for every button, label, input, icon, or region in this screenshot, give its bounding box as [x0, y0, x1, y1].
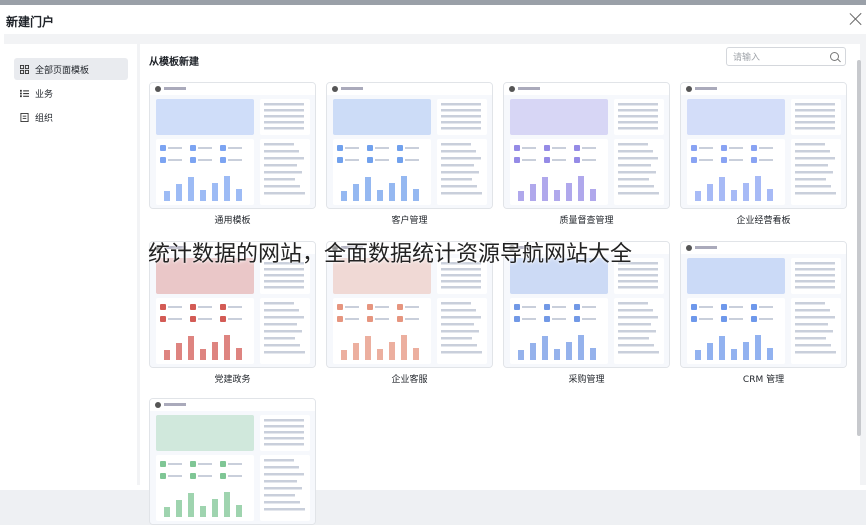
template-card-label: 企业经营看板: [736, 216, 791, 226]
search-placeholder: 请输入: [733, 53, 761, 63]
template-preview-image: [681, 83, 846, 208]
template-preview-image: [327, 83, 492, 208]
sidebar-item-label: 业务: [35, 89, 54, 100]
sidebar-item-business[interactable]: 业务: [14, 82, 128, 104]
list-icon: [20, 89, 29, 97]
sidebar-item-label: 全部页面模板: [35, 65, 90, 76]
template-card[interactable]: [149, 398, 316, 525]
template-card[interactable]: [680, 241, 847, 368]
scrollbar[interactable]: [857, 60, 861, 436]
close-icon[interactable]: [849, 12, 863, 26]
template-preview-image: [681, 242, 846, 367]
search-icon[interactable]: [830, 52, 839, 61]
template-preview-image: [150, 83, 315, 208]
template-preview-image: [504, 83, 669, 208]
sidebar-item-all-templates[interactable]: 全部页面模板: [14, 58, 128, 80]
template-preview-image: [150, 399, 315, 524]
sidebar-item-organization[interactable]: 组织: [14, 106, 128, 128]
template-card[interactable]: [680, 82, 847, 209]
template-card[interactable]: [149, 82, 316, 209]
search-input[interactable]: 请输入: [726, 47, 846, 66]
template-card-label: 质量督查管理: [559, 216, 614, 226]
section-title: 从模板新建: [149, 57, 199, 68]
template-card[interactable]: [503, 82, 670, 209]
template-card-label: 采购管理: [568, 375, 605, 385]
doc-icon: [20, 112, 29, 122]
dialog-title: 新建门户: [6, 15, 55, 29]
template-card-label: 客户管理: [391, 216, 428, 226]
template-card-label: 企业客服: [391, 375, 428, 385]
template-card-label: 党建政务: [214, 375, 251, 385]
template-card-label: CRM 管理: [742, 375, 785, 385]
watermark-text: 统计数据的网站，全面数据统计资源导航网站大全: [148, 242, 633, 267]
template-card-label: 通用模板: [214, 216, 251, 226]
template-card[interactable]: [326, 82, 493, 209]
sidebar-item-label: 组织: [35, 113, 54, 124]
sidebar: 全部页面模板 业务 组织: [4, 44, 137, 490]
grid-icon: [20, 64, 29, 74]
